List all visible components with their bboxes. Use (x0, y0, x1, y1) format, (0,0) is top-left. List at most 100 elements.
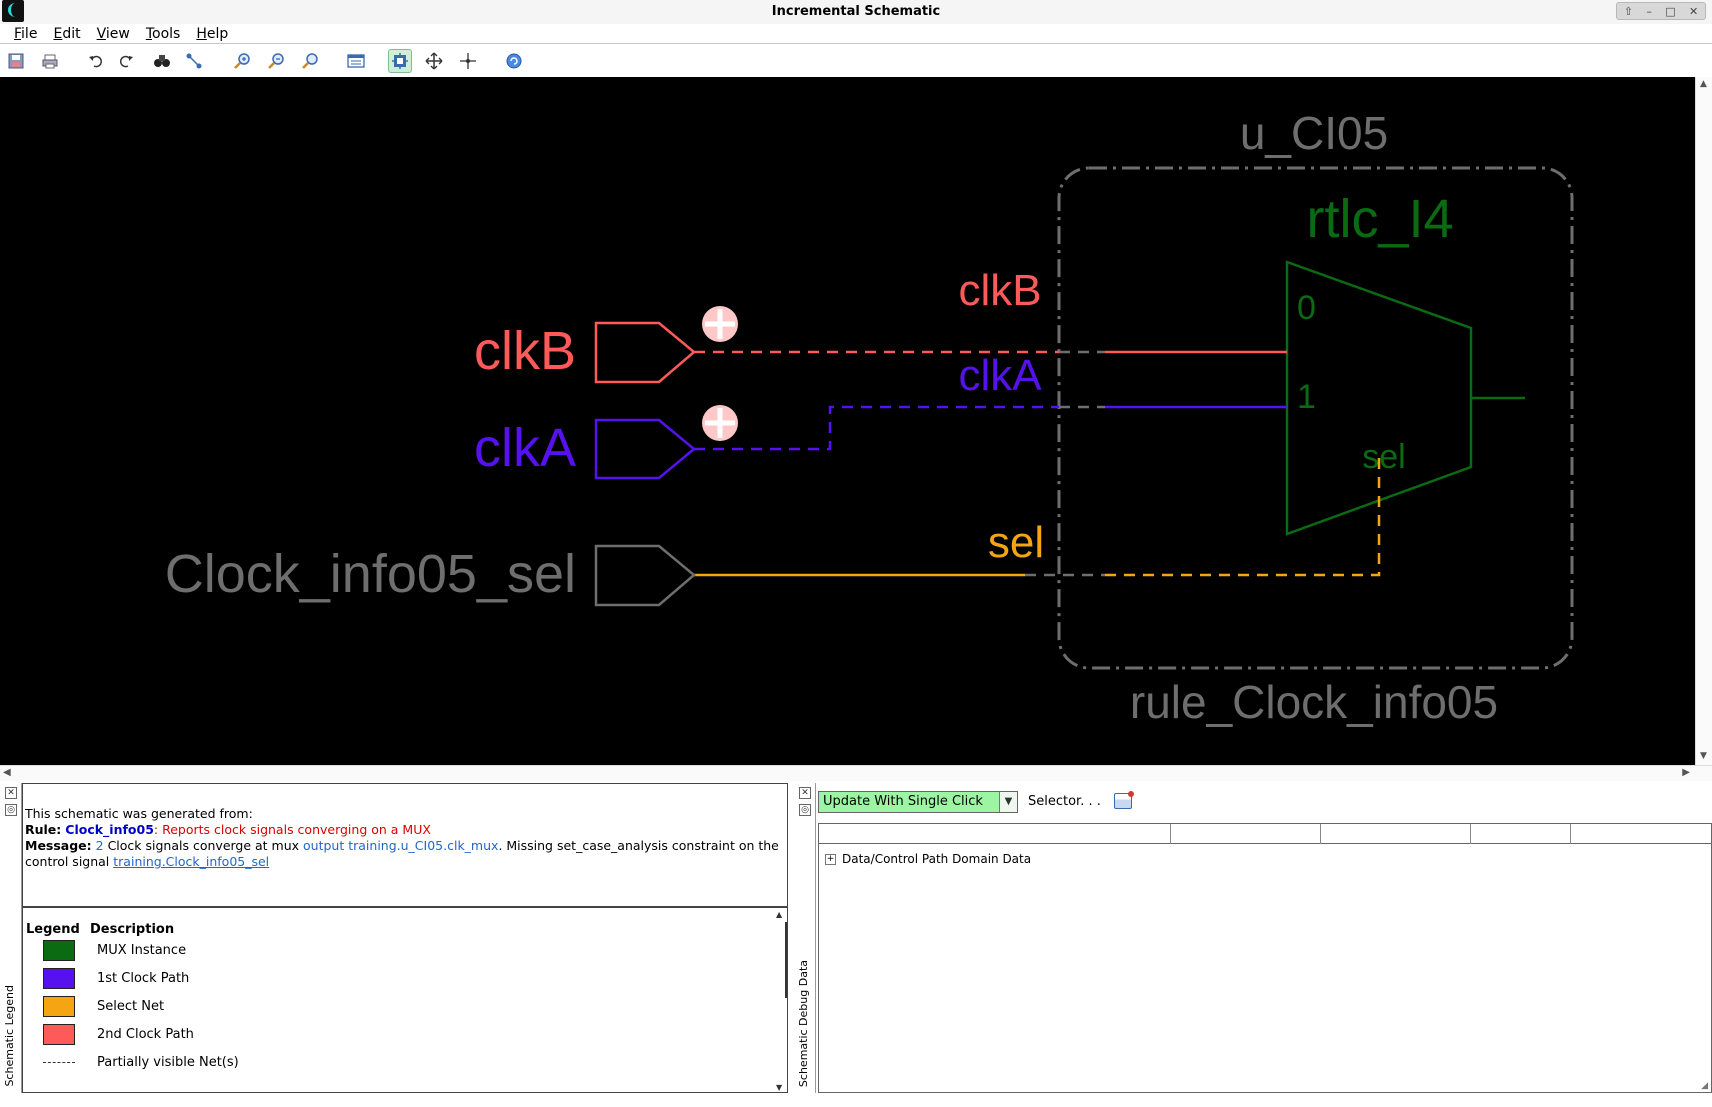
header-column-1[interactable] (1170, 824, 1171, 844)
mux-name-label: rtlc_I4 (1306, 189, 1453, 249)
canvas-vertical-scrollbar[interactable]: ▲ ▼ (1695, 77, 1712, 765)
scroll-up-icon[interactable]: ▲ (1700, 79, 1707, 89)
legend-desc-clock2: 2nd Clock Path (97, 1026, 194, 1042)
legend-desc-select: Select Net (97, 998, 165, 1014)
zoom-in-icon[interactable] (230, 49, 254, 73)
canvas-horizontal-scrollbar[interactable]: ◀ ▶ (0, 765, 1712, 781)
update-mode-value: Update With Single Click (823, 794, 983, 809)
message-link-signal[interactable]: training.Clock_info05_sel (113, 854, 269, 869)
legend-swatch-clock1 (43, 967, 75, 989)
instance-rule-label: rule_Clock_info05 (1130, 676, 1498, 728)
clkb-port[interactable] (594, 321, 696, 384)
rule-name[interactable]: Clock_info05 (65, 822, 154, 837)
rule-label: Rule: (25, 822, 62, 837)
header-column-4[interactable] (1570, 824, 1571, 844)
legend-scroll-down-icon[interactable]: ▼ (776, 1083, 782, 1092)
legend-desc-partial: Partially visible Net(s) (97, 1054, 239, 1070)
schematic-svg[interactable]: u_CI05 rule_Clock_info05 rtlc_I4 0 1 sel… (0, 77, 1695, 765)
legend-side-strip: ✕ ◎ Schematic Legend (0, 783, 22, 1093)
clkb-port-label: clkB (474, 321, 576, 381)
debug-close-icon[interactable]: ✕ (799, 787, 811, 799)
resize-grip-icon[interactable]: ◢ (1701, 1081, 1708, 1091)
find-icon[interactable] (150, 49, 174, 73)
info-rule-line: Rule: Clock_info05: Reports clock signal… (25, 822, 785, 838)
instance-name-label: u_CI05 (1240, 107, 1388, 159)
clka-net[interactable] (694, 405, 1287, 451)
update-mode-select[interactable]: Update With Single Click ▼ (818, 791, 1018, 813)
scroll-right-icon[interactable]: ▶ (1682, 767, 1690, 778)
legend-row-clock2: 2nd Clock Path (43, 1022, 194, 1046)
mux-pin1-label: 1 (1297, 378, 1316, 416)
schematic-canvas[interactable]: u_CI05 rule_Clock_info05 rtlc_I4 0 1 sel… (0, 77, 1695, 765)
menu-help[interactable]: Help (196, 24, 236, 43)
legend-scroll-up-icon[interactable]: ▲ (776, 910, 782, 919)
tree-item-domain-data[interactable]: + Data/Control Path Domain Data (825, 852, 1031, 866)
window-title: Incremental Schematic (771, 4, 941, 19)
debug-data-table: + Data/Control Path Domain Data (818, 823, 1712, 1093)
toolbar (0, 44, 1712, 77)
fit-select-icon[interactable] (182, 49, 206, 73)
refresh-icon[interactable] (502, 49, 526, 73)
maximize-icon[interactable]: □ (1665, 5, 1675, 18)
message-count[interactable]: 2 (96, 838, 104, 853)
undo-icon[interactable] (84, 49, 108, 73)
clka-net-label: clkA (958, 351, 1042, 400)
clka-port-label: clkA (474, 418, 576, 478)
legend-row-clock1: 1st Clock Path (43, 966, 189, 990)
scroll-left-icon[interactable]: ◀ (3, 767, 11, 778)
legend-close-icon[interactable]: ✕ (5, 787, 17, 799)
save-icon[interactable] (4, 49, 28, 73)
header-column-2[interactable] (1320, 824, 1321, 844)
legend-panel-title: Schematic Legend (3, 985, 16, 1087)
clkb-expand-icon[interactable] (702, 306, 738, 342)
legend-scroll-thumb[interactable] (776, 922, 787, 998)
zoom-fit-icon[interactable] (298, 49, 322, 73)
selector-button[interactable]: Selector. . . (1028, 794, 1101, 809)
legend-scrollbar[interactable]: ▲ ▼ (772, 910, 788, 1092)
zoom-out-icon[interactable] (264, 49, 288, 73)
auto-arrange-icon[interactable] (388, 49, 412, 73)
selector-options-icon[interactable] (1114, 791, 1134, 809)
close-icon[interactable]: ✕ (1689, 5, 1698, 18)
menu-bar: File Edit View Tools Help (0, 24, 1712, 44)
spread-icon[interactable] (456, 49, 480, 73)
sel-port[interactable] (594, 544, 696, 607)
clka-expand-icon[interactable] (702, 405, 738, 441)
menu-file[interactable]: File (14, 24, 45, 43)
scroll-down-icon[interactable]: ▼ (1700, 751, 1707, 761)
header-column-3[interactable] (1470, 824, 1471, 844)
menu-edit[interactable]: Edit (53, 24, 88, 43)
chevron-down-icon[interactable]: ▼ (999, 792, 1017, 812)
sel-net-label: sel (988, 518, 1044, 567)
title-bar: Incremental Schematic ⇧ – □ ✕ (0, 0, 1712, 24)
description-column-header: Description (90, 922, 175, 937)
expand-icon[interactable]: + (825, 853, 836, 865)
minimize-icon[interactable]: – (1646, 5, 1652, 18)
clka-port[interactable] (594, 418, 696, 480)
rule-info-box: This schematic was generated from: Rule:… (22, 783, 788, 907)
pin-icon[interactable]: ⇧ (1624, 5, 1633, 18)
info-line1: This schematic was generated from: (25, 806, 253, 821)
legend-column-header: Legend (26, 922, 80, 937)
window-icon[interactable] (344, 49, 368, 73)
legend-row-partial: Partially visible Net(s) (43, 1050, 239, 1074)
redo-icon[interactable] (114, 49, 138, 73)
pan-icon[interactable] (422, 49, 446, 73)
app-window: Incremental Schematic ⇧ – □ ✕ File Edit … (0, 0, 1712, 1107)
mux-pin0-label: 0 (1297, 289, 1316, 327)
message-link-output[interactable]: output training.u_CI05.clk_mux (303, 838, 498, 853)
debug-panel-title: Schematic Debug Data (797, 959, 810, 1087)
legend-table: Legend Description MUX Instance 1st Cloc… (22, 907, 788, 1093)
print-icon[interactable] (38, 49, 62, 73)
tree-item-label: Data/Control Path Domain Data (842, 852, 1032, 866)
menu-view[interactable]: View (97, 24, 138, 43)
legend-row-mux: MUX Instance (43, 938, 186, 962)
sel-port-label: Clock_info05_sel (165, 544, 576, 604)
info-message-line: Message: 2 Clock signals converge at mux… (25, 838, 785, 870)
menu-tools[interactable]: Tools (146, 24, 189, 43)
legend-swatch-select (43, 995, 75, 1017)
debug-float-icon[interactable]: ◎ (799, 804, 811, 816)
legend-row-select: Select Net (43, 994, 164, 1018)
message-text1: Clock signals converge at mux (103, 838, 304, 853)
legend-float-icon[interactable]: ◎ (5, 804, 17, 816)
